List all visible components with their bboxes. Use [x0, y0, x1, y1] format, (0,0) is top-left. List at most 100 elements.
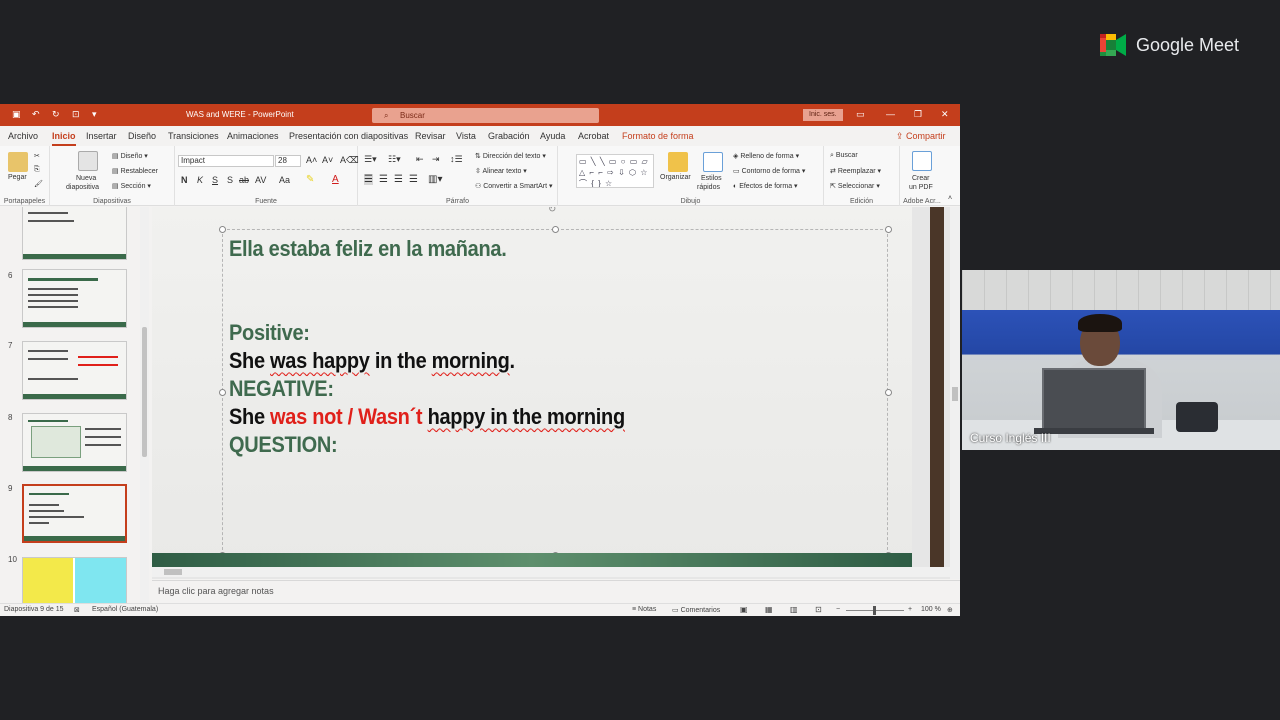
- font-color-icon[interactable]: A: [332, 174, 339, 185]
- find-button[interactable]: ⌕ Buscar: [830, 152, 858, 160]
- format-painter-icon[interactable]: 🖌: [34, 180, 43, 188]
- shadow-button[interactable]: S: [227, 175, 233, 185]
- shapes-gallery[interactable]: ▭ ╲ ╲ ▭ ○ ▭ ▱ △ ⌐ ⌐ ⇨ ⇩ ⬡ ☆ ⌒ { } ☆: [576, 154, 654, 188]
- align-text-button[interactable]: ⇳ Alinear texto ▾: [475, 167, 527, 175]
- zoom-out-icon[interactable]: −: [836, 606, 840, 613]
- customize-icon[interactable]: ▾: [92, 109, 102, 119]
- resize-handle[interactable]: [219, 389, 226, 396]
- smartart-button[interactable]: ⚇ Convertir a SmartArt ▾: [475, 182, 553, 190]
- maximize-icon[interactable]: ❐: [914, 109, 922, 120]
- italic-button[interactable]: K: [197, 175, 203, 185]
- zoom-level[interactable]: 100 %: [921, 606, 941, 613]
- change-case-button[interactable]: Aa: [279, 175, 290, 185]
- rotate-handle-icon[interactable]: ↻: [548, 207, 556, 215]
- tab-diseno[interactable]: Diseño: [128, 131, 156, 141]
- redo-icon[interactable]: ↻: [52, 109, 62, 119]
- new-slide-icon[interactable]: [78, 151, 98, 171]
- tab-transiciones[interactable]: Transiciones: [168, 131, 219, 141]
- columns-icon[interactable]: ▥▾: [428, 174, 442, 185]
- create-pdf-label-2[interactable]: un PDF: [909, 184, 933, 191]
- tab-insertar[interactable]: Insertar: [86, 131, 117, 141]
- bullets-icon[interactable]: ☰▾: [364, 154, 377, 165]
- create-pdf-icon[interactable]: [912, 151, 932, 171]
- comments-button[interactable]: ▭ Comentarios: [672, 606, 720, 614]
- char-spacing-button[interactable]: AV: [255, 175, 266, 185]
- tab-revisar[interactable]: Revisar: [415, 131, 446, 141]
- align-right-icon[interactable]: ☰: [394, 174, 403, 185]
- accessibility-icon[interactable]: ⊠: [74, 606, 80, 614]
- font-name-dropdown[interactable]: Impact: [178, 155, 274, 167]
- paste-icon[interactable]: [8, 152, 28, 172]
- align-center-icon[interactable]: ☰: [379, 174, 388, 185]
- select-button[interactable]: ⇱ Seleccionar ▾: [830, 182, 880, 190]
- shape-fill-button[interactable]: ◈ Relleno de forma ▾: [733, 152, 799, 160]
- numbering-icon[interactable]: ☷▾: [388, 154, 401, 165]
- new-slide-label-2[interactable]: diapositiva: [66, 184, 99, 191]
- participant-video-tile[interactable]: Curso Inglés III: [962, 270, 1280, 450]
- editor-vertical-scrollbar[interactable]: [950, 207, 960, 579]
- arrange-icon[interactable]: [668, 152, 688, 172]
- replace-button[interactable]: ⇄ Reemplazar ▾: [830, 167, 881, 175]
- new-slide-label-1[interactable]: Nueva: [76, 175, 96, 182]
- quick-styles-label-2[interactable]: rápidos: [697, 184, 720, 191]
- quick-styles-label-1[interactable]: Estilos: [701, 175, 722, 182]
- create-pdf-label-1[interactable]: Crear: [912, 175, 930, 182]
- justify-icon[interactable]: ☰: [409, 174, 418, 185]
- highlight-icon[interactable]: ✎: [306, 174, 314, 185]
- tab-formato-de-forma[interactable]: Formato de forma: [622, 131, 694, 141]
- share-button[interactable]: ⇪ Compartir: [896, 131, 946, 142]
- font-size-dropdown[interactable]: 28: [275, 155, 301, 167]
- sign-in-button[interactable]: Inic. ses.: [803, 109, 843, 121]
- resize-handle[interactable]: [885, 389, 892, 396]
- editor-horizontal-scroll-thumb[interactable]: [164, 569, 182, 575]
- tab-acrobat[interactable]: Acrobat: [578, 131, 609, 141]
- slide-thumbnail-7[interactable]: [22, 341, 127, 400]
- align-left-icon[interactable]: ☰: [364, 174, 373, 185]
- close-icon[interactable]: ✕: [941, 109, 949, 120]
- bold-button[interactable]: N: [181, 175, 188, 185]
- search-box[interactable]: ⌕ Buscar: [372, 108, 599, 123]
- slide-thumbnail-6[interactable]: [22, 269, 127, 328]
- normal-view-icon[interactable]: ▣: [740, 605, 748, 614]
- section-button[interactable]: ▤ Sección ▾: [112, 182, 151, 190]
- language-indicator[interactable]: Español (Guatemala): [92, 606, 158, 613]
- editor-horizontal-scrollbar[interactable]: [152, 567, 950, 577]
- thumbnails-scrollbar[interactable]: [140, 207, 149, 603]
- tab-presentacion[interactable]: Presentación con diapositivas: [289, 131, 408, 141]
- text-direction-button[interactable]: ⇅ Dirección del texto ▾: [475, 152, 546, 160]
- resize-handle[interactable]: [219, 226, 226, 233]
- tab-grabacion[interactable]: Grabación: [488, 131, 530, 141]
- slideshow-icon[interactable]: ⊡: [815, 605, 822, 614]
- decrease-indent-icon[interactable]: ⇤: [416, 154, 424, 165]
- tab-vista[interactable]: Vista: [456, 131, 476, 141]
- slide-thumbnail-9[interactable]: [22, 484, 127, 543]
- slide-sorter-icon[interactable]: ▦: [765, 605, 773, 614]
- fit-slide-icon[interactable]: ⊕: [947, 606, 953, 614]
- paste-button[interactable]: Pegar: [8, 174, 27, 181]
- increase-indent-icon[interactable]: ⇥: [432, 154, 440, 165]
- zoom-in-icon[interactable]: +: [908, 606, 912, 613]
- save-icon[interactable]: ▣: [12, 109, 22, 119]
- reset-button[interactable]: ▤ Restablecer: [112, 167, 158, 175]
- reading-view-icon[interactable]: ▥: [790, 605, 798, 614]
- thumbnails-scroll-thumb[interactable]: [142, 327, 147, 457]
- slide-thumbnail-5[interactable]: [22, 207, 127, 260]
- collapse-ribbon-icon[interactable]: ˄: [948, 195, 952, 202]
- notes-button[interactable]: ≡ Notas: [632, 606, 656, 613]
- resize-handle[interactable]: [885, 226, 892, 233]
- layout-button[interactable]: ▤ Diseño ▾: [112, 152, 148, 160]
- minimize-icon[interactable]: —: [886, 109, 895, 119]
- copy-icon[interactable]: ⎘: [34, 166, 40, 174]
- grow-font-icon[interactable]: A˄: [306, 155, 317, 165]
- clear-format-icon[interactable]: A⌫: [340, 155, 359, 166]
- slide-thumbnail-8[interactable]: [22, 413, 127, 472]
- arrange-button[interactable]: Organizar: [660, 174, 691, 181]
- tab-ayuda[interactable]: Ayuda: [540, 131, 565, 141]
- zoom-slider-thumb[interactable]: [873, 606, 876, 615]
- undo-icon[interactable]: ↶: [32, 109, 42, 119]
- tab-animaciones[interactable]: Animaciones: [227, 131, 279, 141]
- line-spacing-icon[interactable]: ↕☰: [450, 154, 463, 165]
- tab-inicio[interactable]: Inicio: [52, 131, 76, 146]
- cut-icon[interactable]: ✂: [34, 152, 40, 160]
- underline-button[interactable]: S: [212, 175, 218, 185]
